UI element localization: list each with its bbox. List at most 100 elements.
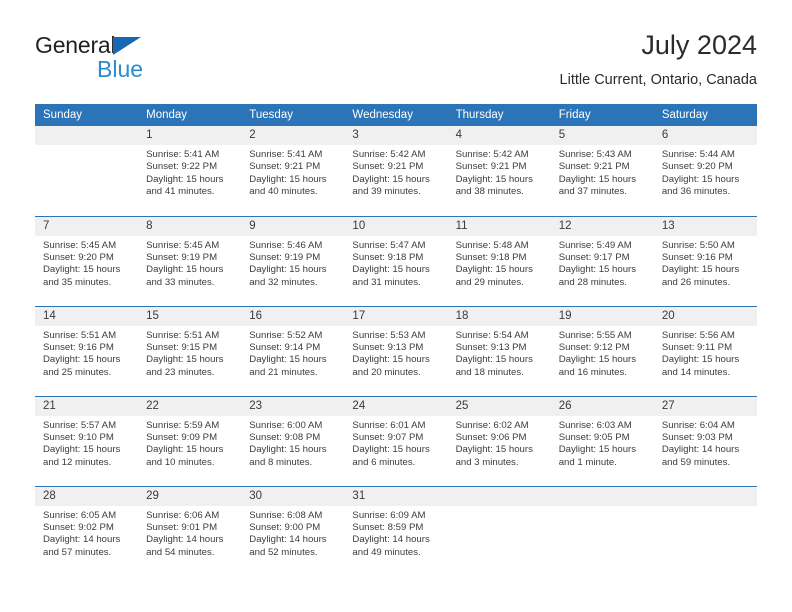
daylight-duration-line1: Daylight: 15 hours <box>146 444 224 456</box>
day-details: Sunrise: 6:09 AM Sunset: 8:59 PM Daylight:… <box>344 506 447 560</box>
calendar-day-cell[interactable]: 28 Sunrise: 6:05 AM Sunset: 9:02 PM Dayligh… <box>35 485 139 576</box>
day-details <box>448 506 551 510</box>
calendar-day-cell[interactable]: 8 Sunrise: 5:45 AM Sunset: 9:19 PM Daylight… <box>138 215 242 306</box>
day-details: Sunrise: 5:59 AM Sunset: 9:09 PM Daylight:… <box>138 416 241 470</box>
calendar-day-cell[interactable]: 11 Sunrise: 5:48 AM Sunset: 9:18 PM Dayligh… <box>447 215 551 306</box>
calendar-day-cell-empty <box>550 485 654 576</box>
calendar-day-cell[interactable]: 9 Sunrise: 5:46 AM Sunset: 9:19 PM Daylight… <box>241 215 345 306</box>
sunset-time: Sunset: 9:21 PM <box>249 161 321 173</box>
day-details: Sunrise: 6:02 AM Sunset: 9:06 PM Daylight:… <box>448 416 551 470</box>
calendar-day-cell[interactable]: 13 Sunrise: 5:50 AM Sunset: 9:16 PM Dayligh… <box>653 215 757 306</box>
day-details: Sunrise: 5:54 AM Sunset: 9:13 PM Daylight:… <box>448 326 551 380</box>
sunrise-time: Sunrise: 5:46 AM <box>249 239 323 251</box>
calendar-day-cell[interactable]: 14 Sunrise: 5:51 AM Sunset: 9:16 PM Dayligh… <box>35 305 139 396</box>
sunrise-time: Sunrise: 6:00 AM <box>249 419 323 431</box>
sunset-time: Sunset: 9:22 PM <box>146 161 218 173</box>
weekday-header-thursday: Thursday <box>447 104 551 126</box>
calendar-day-cell[interactable]: 15 Sunrise: 5:51 AM Sunset: 9:15 PM Dayligh… <box>138 305 242 396</box>
day-details: Sunrise: 6:08 AM Sunset: 9:00 PM Daylight:… <box>241 506 344 560</box>
calendar-day-cell[interactable]: 17 Sunrise: 5:53 AM Sunset: 9:13 PM Dayligh… <box>344 305 448 396</box>
sunset-time: Sunset: 9:13 PM <box>455 341 527 353</box>
sunset-time: Sunset: 9:06 PM <box>455 431 527 443</box>
daylight-duration-line2: and 18 minutes. <box>455 366 524 378</box>
calendar-day-cell[interactable]: 19 Sunrise: 5:55 AM Sunset: 9:12 PM Dayligh… <box>550 305 654 396</box>
calendar-day-cell[interactable]: 31 Sunrise: 6:09 AM Sunset: 8:59 PM Dayligh… <box>344 485 448 576</box>
calendar-day-cell[interactable]: 23 Sunrise: 6:00 AM Sunset: 9:08 PM Dayligh… <box>241 395 345 486</box>
calendar-day-cell[interactable]: 6 Sunrise: 5:44 AM Sunset: 9:20 PM Daylight… <box>653 126 757 216</box>
calendar-day-cell[interactable]: 26 Sunrise: 6:03 AM Sunset: 9:05 PM Dayligh… <box>550 395 654 486</box>
general-blue-logo[interactable]: General Blue <box>35 32 245 88</box>
logo-triangle-icon <box>113 37 141 55</box>
calendar-day-cell[interactable]: 18 Sunrise: 5:54 AM Sunset: 9:13 PM Dayligh… <box>447 305 551 396</box>
daylight-duration-line2: and 40 minutes. <box>249 186 318 198</box>
sunrise-time: Sunrise: 5:57 AM <box>43 419 117 431</box>
day-number: 6 <box>653 126 757 145</box>
daylight-duration-line2: and 38 minutes. <box>455 186 524 198</box>
daylight-duration-line1: Daylight: 15 hours <box>558 264 637 276</box>
calendar-day-cell[interactable]: 16 Sunrise: 5:52 AM Sunset: 9:14 PM Dayligh… <box>241 305 345 396</box>
day-number: 23 <box>241 396 345 416</box>
calendar-day-cell[interactable]: 4 Sunrise: 5:42 AM Sunset: 9:21 PM Daylight… <box>447 126 551 216</box>
daylight-duration-line1: Daylight: 15 hours <box>249 173 327 185</box>
page-header: General Blue July 2024 Little Current, O… <box>35 28 757 100</box>
day-number: 10 <box>344 216 448 236</box>
daylight-duration-line2: and 28 minutes. <box>558 276 627 288</box>
sunrise-time: Sunrise: 5:59 AM <box>146 419 220 431</box>
calendar-day-cell[interactable]: 24 Sunrise: 6:01 AM Sunset: 9:07 PM Dayligh… <box>344 395 448 486</box>
daylight-duration-line1: Daylight: 15 hours <box>352 264 430 276</box>
daylight-duration-line1: Daylight: 15 hours <box>661 173 740 185</box>
calendar-day-cell[interactable]: 3 Sunrise: 5:42 AM Sunset: 9:21 PM Daylight… <box>344 126 448 216</box>
sunset-time: Sunset: 9:01 PM <box>146 521 218 533</box>
day-details: Sunrise: 5:48 AM Sunset: 9:18 PM Daylight:… <box>448 236 551 290</box>
daylight-duration-line2: and 35 minutes. <box>43 276 112 288</box>
sunrise-time: Sunrise: 6:08 AM <box>249 509 323 521</box>
calendar-day-cell[interactable]: 2 Sunrise: 5:41 AM Sunset: 9:21 PM Daylight… <box>241 126 345 216</box>
sunrise-time: Sunrise: 5:48 AM <box>455 239 529 251</box>
sunrise-time: Sunrise: 6:01 AM <box>352 419 426 431</box>
daylight-duration-line1: Daylight: 15 hours <box>455 354 533 366</box>
sunset-time: Sunset: 9:03 PM <box>661 431 733 443</box>
day-details: Sunrise: 5:45 AM Sunset: 9:19 PM Daylight:… <box>138 236 241 290</box>
day-number: 1 <box>138 126 242 145</box>
day-number: 7 <box>35 216 139 236</box>
daylight-duration-line2: and 16 minutes. <box>558 366 627 378</box>
daylight-duration-line2: and 52 minutes. <box>249 546 318 558</box>
daylight-duration-line1: Daylight: 15 hours <box>249 354 327 366</box>
daylight-duration-line1: Daylight: 15 hours <box>352 444 430 456</box>
calendar-day-cell[interactable]: 21 Sunrise: 5:57 AM Sunset: 9:10 PM Dayligh… <box>35 395 139 486</box>
daylight-duration-line2: and 10 minutes. <box>146 456 215 468</box>
calendar-day-cell[interactable]: 1 Sunrise: 5:41 AM Sunset: 9:22 PM Daylight… <box>138 126 242 216</box>
calendar-day-cell[interactable]: 12 Sunrise: 5:49 AM Sunset: 9:17 PM Dayligh… <box>550 215 654 306</box>
calendar-day-cell[interactable]: 27 Sunrise: 6:04 AM Sunset: 9:03 PM Dayligh… <box>653 395 757 486</box>
day-number: 16 <box>241 306 345 326</box>
calendar-day-cell[interactable]: 20 Sunrise: 5:56 AM Sunset: 9:11 PM Dayligh… <box>653 305 757 396</box>
calendar-day-cell[interactable]: 29 Sunrise: 6:06 AM Sunset: 9:01 PM Dayligh… <box>138 485 242 576</box>
sunset-time: Sunset: 9:02 PM <box>43 521 114 533</box>
day-details: Sunrise: 5:47 AM Sunset: 9:18 PM Daylight:… <box>344 236 447 290</box>
sunrise-time: Sunrise: 5:51 AM <box>43 329 117 341</box>
sunrise-time: Sunrise: 5:55 AM <box>558 329 632 341</box>
sunrise-time: Sunrise: 5:45 AM <box>146 239 220 251</box>
day-number: 22 <box>138 396 242 416</box>
calendar-day-cell[interactable]: 30 Sunrise: 6:08 AM Sunset: 9:00 PM Dayligh… <box>241 485 345 576</box>
day-details: Sunrise: 5:50 AM Sunset: 9:16 PM Daylight:… <box>654 236 757 290</box>
calendar-day-cell[interactable]: 22 Sunrise: 5:59 AM Sunset: 9:09 PM Dayligh… <box>138 395 242 486</box>
sunset-time: Sunset: 9:19 PM <box>249 251 321 263</box>
daylight-duration-line2: and 41 minutes. <box>146 186 215 198</box>
logo-text-blue: Blue <box>97 56 144 82</box>
calendar-day-cell[interactable]: 10 Sunrise: 5:47 AM Sunset: 9:18 PM Dayligh… <box>344 215 448 306</box>
day-number <box>550 486 654 506</box>
calendar-day-cell[interactable]: 5 Sunrise: 5:43 AM Sunset: 9:21 PM Daylight… <box>550 126 654 216</box>
day-number: 9 <box>241 216 345 236</box>
daylight-duration-line1: Daylight: 15 hours <box>661 354 740 366</box>
calendar-week-row: 21 Sunrise: 5:57 AM Sunset: 9:10 PM Dayligh… <box>35 395 757 486</box>
logo-text-general: General <box>35 32 116 58</box>
sunrise-time: Sunrise: 5:53 AM <box>352 329 426 341</box>
day-number: 29 <box>138 486 242 506</box>
day-number: 13 <box>653 216 757 236</box>
daylight-duration-line2: and 32 minutes. <box>249 276 318 288</box>
daylight-duration-line1: Daylight: 15 hours <box>661 264 740 276</box>
calendar-day-cell[interactable]: 25 Sunrise: 6:02 AM Sunset: 9:06 PM Dayligh… <box>447 395 551 486</box>
calendar-day-cell[interactable]: 7 Sunrise: 5:45 AM Sunset: 9:20 PM Daylight… <box>35 215 139 306</box>
day-number <box>653 486 757 506</box>
